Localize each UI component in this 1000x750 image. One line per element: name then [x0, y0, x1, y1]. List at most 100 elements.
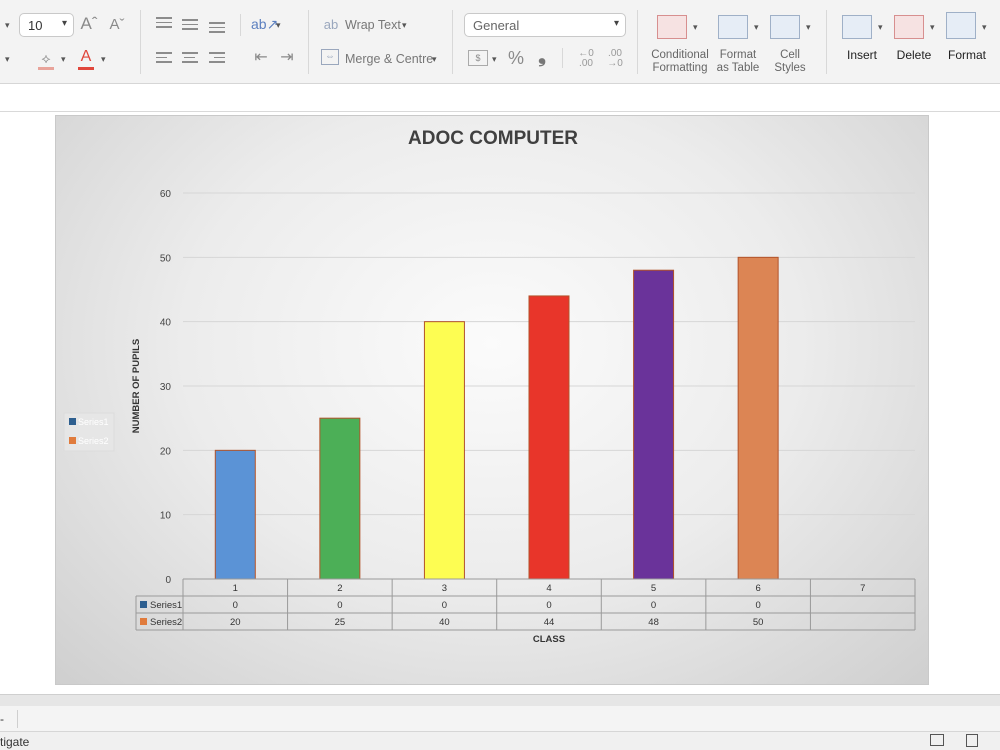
- y-tick-label: 60: [160, 189, 172, 200]
- series-name: Series2: [150, 617, 182, 628]
- x-category-label: 2: [337, 583, 342, 594]
- conditional-formatting-label[interactable]: Conditional Formatting: [646, 49, 714, 75]
- decrease-font-size-icon[interactable]: Aˇ: [108, 15, 126, 35]
- format-label[interactable]: Format: [946, 48, 988, 62]
- font-size-dropdown[interactable]: 10 ▾: [19, 13, 74, 37]
- data-label: 0: [337, 600, 342, 611]
- ribbon: ▾ 10 ▾ Aˆ Aˇ ▾ ⟡ ▾ A ▾ ab↗ ▾ ⇤ ⇥ ab Wrap…: [0, 0, 1000, 84]
- data-label: 0: [233, 600, 238, 611]
- formula-bar[interactable]: [0, 84, 1000, 112]
- cell-styles-label[interactable]: Cell Styles: [766, 49, 814, 75]
- fill-color-icon[interactable]: ⟡: [36, 48, 56, 70]
- align-left-icon[interactable]: [156, 52, 172, 66]
- percent-style-icon[interactable]: %: [507, 48, 525, 68]
- separator: [308, 10, 309, 74]
- font-name-chevron-icon[interactable]: ▾: [5, 20, 10, 31]
- data-label: 44: [544, 617, 555, 628]
- font-color-chevron-icon[interactable]: ▾: [101, 54, 106, 65]
- currency-chevron-icon[interactable]: ▾: [492, 54, 497, 65]
- status-bar: tigate: [0, 732, 1000, 750]
- data-label: 48: [648, 617, 659, 628]
- format-as-table-icon[interactable]: [718, 15, 748, 39]
- format-chevron-icon[interactable]: ▾: [982, 22, 987, 33]
- x-axis-title: CLASS: [533, 634, 565, 645]
- separator: [562, 48, 563, 68]
- number-format-value: General: [473, 18, 520, 33]
- excel-window: ▾ 10 ▾ Aˆ Aˇ ▾ ⟡ ▾ A ▾ ab↗ ▾ ⇤ ⇥ ab Wrap…: [0, 0, 1000, 750]
- chart-area[interactable]: ADOC COMPUTER 0 10 20 30 40 50 60 NUMBER OF PUP…: [55, 115, 929, 685]
- align-right-icon[interactable]: [209, 52, 225, 66]
- status-text: tigate: [0, 735, 30, 749]
- legend-label: Series2: [78, 436, 109, 446]
- y-tick-label: 0: [165, 575, 171, 586]
- wrap-text-icon[interactable]: ab: [322, 15, 340, 35]
- separator: [140, 10, 141, 74]
- y-tick-label: 20: [160, 446, 172, 457]
- insert-chevron-icon[interactable]: ▾: [878, 22, 883, 33]
- increase-decimal-icon[interactable]: ←0.00: [575, 49, 597, 69]
- conditional-formatting-icon[interactable]: [657, 15, 687, 39]
- legend-key: [140, 618, 147, 625]
- format-cells-icon[interactable]: [946, 12, 976, 39]
- comma-style-icon[interactable]: ❟: [535, 46, 549, 66]
- conditional-formatting-chevron-icon[interactable]: ▾: [693, 22, 698, 33]
- bar: [423, 321, 465, 580]
- horizontal-scroll-area[interactable]: [0, 694, 1000, 706]
- align-top-icon[interactable]: [156, 17, 172, 31]
- delete-chevron-icon[interactable]: ▾: [930, 22, 935, 33]
- increase-font-size-icon[interactable]: Aˆ: [80, 14, 98, 34]
- increase-indent-icon[interactable]: ⇥: [279, 48, 295, 68]
- x-category-label: 3: [442, 583, 447, 594]
- fill-color-chevron-icon[interactable]: ▾: [61, 54, 66, 65]
- data-label: 25: [335, 617, 346, 628]
- x-category-label: 5: [651, 583, 656, 594]
- insert-cells-icon[interactable]: [842, 15, 872, 39]
- decrease-decimal-icon[interactable]: .00 →0: [604, 49, 626, 69]
- merge-centre-label[interactable]: Merge & Centre: [345, 52, 433, 66]
- separator: [826, 10, 827, 74]
- format-as-table-chevron-icon[interactable]: ▾: [754, 22, 759, 33]
- align-center-icon[interactable]: [182, 52, 198, 66]
- currency-format-icon[interactable]: $: [468, 50, 488, 66]
- align-bottom-icon[interactable]: [209, 22, 225, 36]
- separator: [637, 10, 638, 74]
- add-sheet-icon[interactable]: -: [0, 712, 4, 726]
- y-tick-label: 30: [160, 382, 172, 393]
- page-layout-view-icon[interactable]: [966, 734, 978, 747]
- borders-chevron-icon[interactable]: ▾: [5, 54, 10, 65]
- y-tick-label: 50: [160, 253, 172, 264]
- font-size-value: 10: [28, 18, 43, 33]
- delete-label[interactable]: Delete: [893, 48, 935, 62]
- data-label: 40: [439, 617, 450, 628]
- legend-label: Series1: [78, 417, 109, 427]
- orientation-chevron-icon[interactable]: ▾: [276, 20, 281, 31]
- decrease-indent-icon[interactable]: ⇤: [253, 48, 269, 68]
- align-middle-icon[interactable]: [182, 19, 198, 33]
- y-tick-label: 10: [160, 511, 172, 522]
- wrap-text-chevron-icon[interactable]: ▾: [402, 20, 407, 31]
- x-category-label: 6: [755, 583, 760, 594]
- merge-centre-icon[interactable]: ⇔: [321, 49, 339, 65]
- bar: [633, 269, 675, 580]
- insert-label[interactable]: Insert: [842, 48, 882, 62]
- font-color-icon[interactable]: A: [76, 47, 96, 70]
- delete-cells-icon[interactable]: [894, 15, 924, 39]
- merge-centre-chevron-icon[interactable]: ▾: [432, 54, 437, 65]
- text-orientation-icon[interactable]: ab↗: [251, 14, 278, 34]
- normal-view-icon[interactable]: [930, 734, 944, 746]
- legend-key: [69, 418, 76, 425]
- y-tick-label: 40: [160, 318, 172, 329]
- wrap-text-label[interactable]: Wrap Text: [345, 18, 401, 32]
- y-axis-title: NUMBER OF PUPILS: [131, 339, 142, 433]
- data-label: 0: [651, 600, 656, 611]
- data-label: 0: [755, 600, 760, 611]
- separator: [17, 710, 18, 728]
- cell-styles-chevron-icon[interactable]: ▾: [806, 22, 811, 33]
- data-label: 0: [546, 600, 551, 611]
- format-as-table-label[interactable]: Format as Table: [712, 49, 764, 75]
- number-format-dropdown[interactable]: General ▾: [464, 13, 626, 37]
- x-category-label: 7: [860, 583, 865, 594]
- sheet-tabs-row: -: [0, 706, 1000, 732]
- bar: [319, 417, 361, 580]
- cell-styles-icon[interactable]: [770, 15, 800, 39]
